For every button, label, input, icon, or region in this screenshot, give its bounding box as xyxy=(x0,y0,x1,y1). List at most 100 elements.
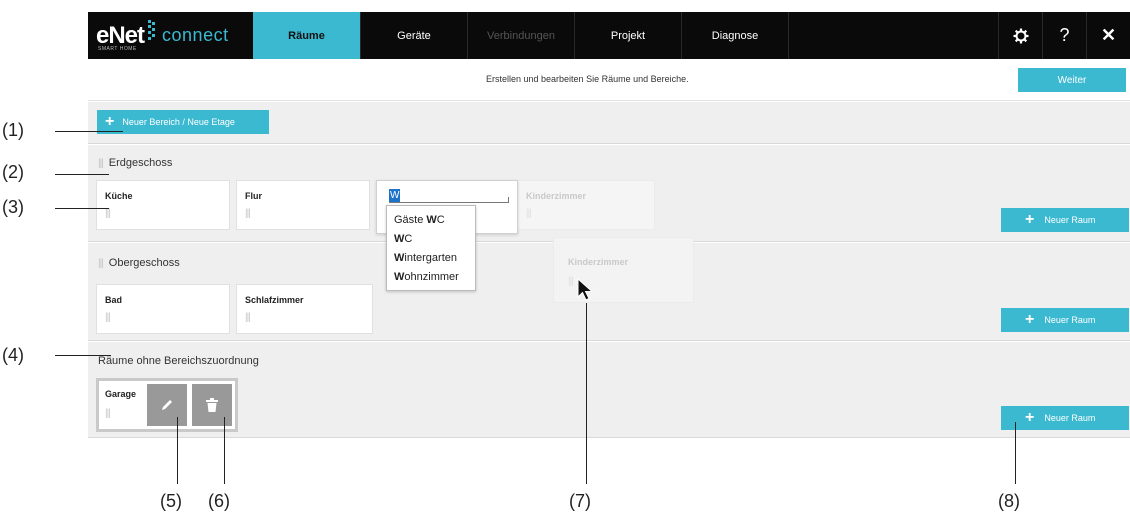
area-unassigned: Räume ohne Bereichszuordnung Garage ||| … xyxy=(88,342,1130,438)
annotation-line-8 xyxy=(1015,422,1016,484)
delete-room-button[interactable] xyxy=(192,384,232,426)
settings-button[interactable] xyxy=(998,12,1042,59)
room-card-schlafzimmer[interactable]: Schlafzimmer ||| xyxy=(236,284,373,334)
tab-raeume[interactable]: Räume xyxy=(253,12,360,59)
plus-icon: + xyxy=(1025,311,1035,328)
room-name: Küche xyxy=(105,191,133,201)
suggestion-item[interactable]: Gäste WC xyxy=(387,211,475,230)
help-icon: ? xyxy=(1059,25,1070,45)
logo-product: connect xyxy=(162,25,229,45)
instruction-text: Erstellen und bearbeiten Sie Räume und B… xyxy=(486,74,689,84)
plus-icon: + xyxy=(1025,211,1035,228)
close-button[interactable]: ✕ xyxy=(1086,12,1130,59)
new-room-button[interactable]: + Neuer Raum xyxy=(1001,406,1129,430)
suggestion-match: W xyxy=(394,233,405,245)
room-name: Kinderzimmer xyxy=(526,191,587,201)
suggestion-suffix: C xyxy=(404,233,413,245)
top-navigation-bar: eNet SMART HOME connect Räume Geräte Ver… xyxy=(88,12,1130,59)
area-title-text: Räume ohne Bereichszuordnung xyxy=(98,355,259,367)
logo-subtitle: SMART HOME xyxy=(98,46,137,52)
annotation-8: (8) xyxy=(998,491,1020,511)
new-room-label: Neuer Raum xyxy=(1044,413,1096,423)
annotation-line-6 xyxy=(224,417,225,484)
new-room-label: Neuer Raum xyxy=(1044,215,1096,225)
suggestion-suffix: C xyxy=(436,214,445,226)
room-name: Schlafzimmer xyxy=(245,295,304,305)
annotation-line-3 xyxy=(55,208,109,209)
suggestion-match: W xyxy=(426,214,437,226)
drag-handle-icon[interactable]: ||| xyxy=(245,208,251,219)
area-title[interactable]: ||| Obergeschoss xyxy=(98,257,180,269)
area-title[interactable]: ||| Erdgeschoss xyxy=(98,157,172,169)
mouse-cursor-icon xyxy=(577,278,594,301)
trash-icon xyxy=(206,398,218,412)
suggestion-item[interactable]: Wintergarten xyxy=(387,249,475,268)
annotation-line-1 xyxy=(55,131,123,132)
suggestion-match: W xyxy=(394,271,405,283)
enet-logo: eNet SMART HOME connect xyxy=(88,12,253,59)
room-name-input-value: W xyxy=(389,189,401,202)
suggestion-item[interactable]: Wohnzimmer xyxy=(387,268,475,287)
room-card-kueche[interactable]: Küche ||| xyxy=(96,180,230,230)
annotation-line-5 xyxy=(177,417,178,484)
drag-handle-icon[interactable]: ||| xyxy=(98,158,104,169)
tab-geraete[interactable]: Geräte xyxy=(360,12,467,59)
annotation-line-7 xyxy=(586,303,587,484)
room-name: Bad xyxy=(105,295,123,305)
tab-divider xyxy=(788,12,789,59)
dragged-room-card[interactable]: Kinderzimmer ||| xyxy=(553,237,694,303)
suggestion-match: W xyxy=(394,252,405,264)
suggestion-prefix: Gäste xyxy=(394,214,427,226)
new-room-button[interactable]: + Neuer Raum xyxy=(1001,208,1129,232)
area-title-text: Obergeschoss xyxy=(108,257,180,269)
room-name: Flur xyxy=(245,191,262,201)
annotation-6: (6) xyxy=(208,491,230,511)
suggestion-suffix: intergarten xyxy=(404,252,457,264)
room-card-flur[interactable]: Flur ||| xyxy=(236,180,370,230)
input-end-mark xyxy=(508,197,509,202)
toolbar-row: + Neuer Bereich / Neue Etage xyxy=(88,102,1130,144)
edit-room-button[interactable] xyxy=(147,384,187,426)
drag-handle-icon: ||| xyxy=(526,208,532,219)
logo-dots-icon xyxy=(144,20,158,42)
annotation-3: (3) xyxy=(2,197,24,217)
annotation-4: (4) xyxy=(2,345,24,365)
annotation-line-4 xyxy=(55,355,111,356)
tab-projekt[interactable]: Projekt xyxy=(574,12,681,59)
new-room-label: Neuer Raum xyxy=(1044,315,1096,325)
room-name-input[interactable]: W xyxy=(389,189,509,203)
room-card-bad[interactable]: Bad ||| xyxy=(96,284,230,334)
area-erdgeschoss: ||| Erdgeschoss Küche ||| Flur ||| Kinde… xyxy=(88,145,1130,242)
room-name: Garage xyxy=(105,389,137,399)
close-icon: ✕ xyxy=(1100,25,1117,45)
room-card-placeholder: Kinderzimmer ||| xyxy=(517,180,655,230)
tab-verbindungen[interactable]: Verbindungen xyxy=(467,12,574,59)
plus-icon: + xyxy=(105,113,115,130)
drag-handle-icon[interactable]: ||| xyxy=(105,208,111,219)
area-title-text: Erdgeschoss xyxy=(108,157,173,169)
pencil-icon xyxy=(162,400,172,410)
area-title: Räume ohne Bereichszuordnung xyxy=(98,355,259,367)
logo-brand: eNet xyxy=(96,21,145,49)
suggestion-item[interactable]: WC xyxy=(387,230,475,249)
new-room-button[interactable]: + Neuer Raum xyxy=(1001,308,1129,332)
weiter-button[interactable]: Weiter xyxy=(1018,68,1126,92)
drag-handle-icon: ||| xyxy=(568,276,574,287)
autocomplete-dropdown: Gäste WC WC Wintergarten Wohnzimmer xyxy=(386,205,476,291)
new-area-label: Neuer Bereich / Neue Etage xyxy=(122,117,235,127)
annotation-5: (5) xyxy=(160,491,182,511)
tab-diagnose[interactable]: Diagnose xyxy=(681,12,788,59)
help-button[interactable]: ? xyxy=(1042,12,1086,59)
drag-handle-icon[interactable]: ||| xyxy=(98,258,104,269)
suggestion-suffix: ohnzimmer xyxy=(404,271,459,283)
annotation-1: (1) xyxy=(2,120,24,140)
drag-handle-icon[interactable]: ||| xyxy=(105,312,111,323)
info-row: Erstellen und bearbeiten Sie Räume und B… xyxy=(88,59,1130,101)
annotation-2: (2) xyxy=(2,162,24,182)
plus-icon: + xyxy=(1025,409,1035,426)
annotation-7: (7) xyxy=(569,491,591,511)
drag-handle-icon[interactable]: ||| xyxy=(105,408,111,419)
gear-icon xyxy=(1013,28,1028,43)
drag-handle-icon[interactable]: ||| xyxy=(245,312,251,323)
room-name: Kinderzimmer xyxy=(568,257,629,267)
